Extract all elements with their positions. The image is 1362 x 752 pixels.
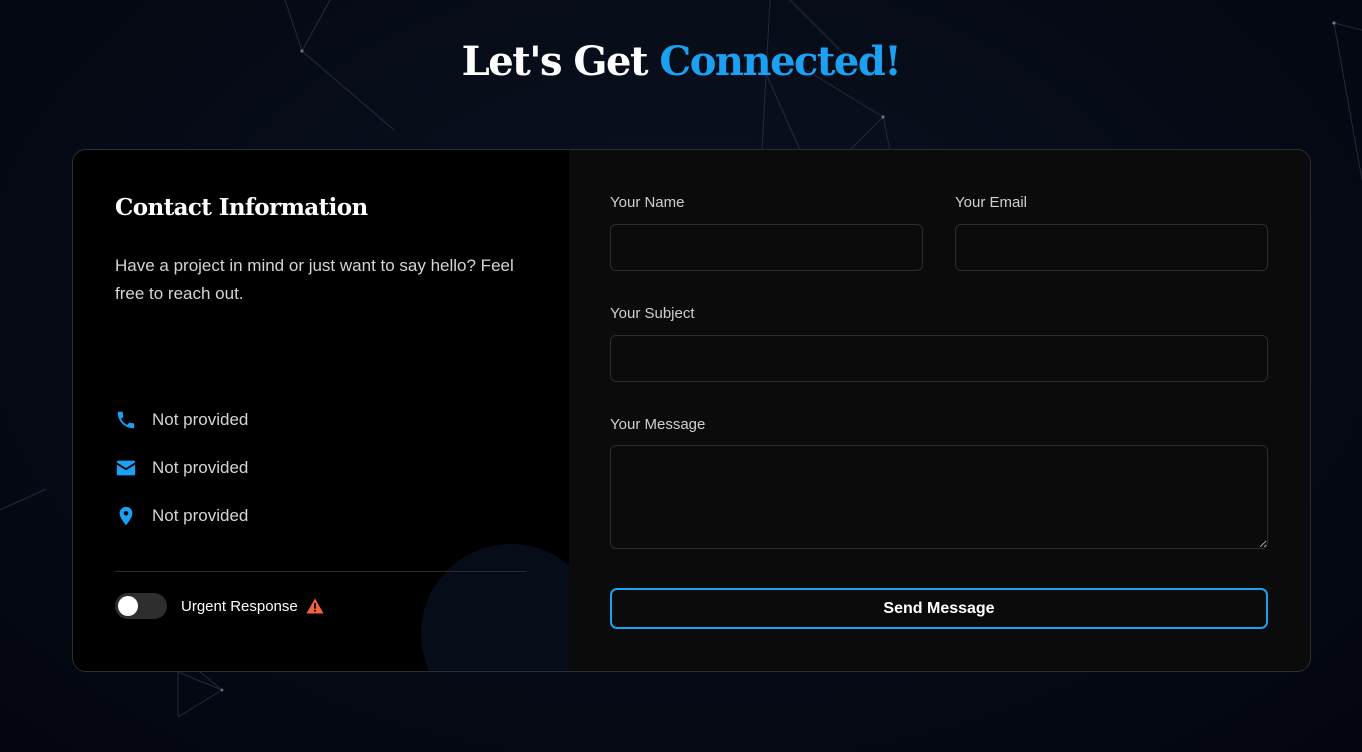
subject-input[interactable] [610, 335, 1268, 382]
page-title-main: Let's Get [461, 38, 649, 85]
location-icon [119, 506, 133, 526]
contact-phone: Not provided [115, 408, 248, 432]
email-label: Your Email [955, 194, 1027, 211]
toggle-knob [118, 596, 138, 616]
urgent-response-row: Urgent Response [115, 593, 324, 619]
contact-info-panel: Contact Information Have a project in mi… [73, 150, 569, 671]
contact-page: Let's Get Connected! Contact Information… [0, 0, 1362, 752]
email-icon [116, 460, 136, 476]
email-input[interactable] [955, 224, 1268, 271]
urgent-response-toggle[interactable] [115, 593, 167, 619]
name-input[interactable] [610, 224, 923, 271]
contact-form: Your Name Your Email Your Subject Your M… [569, 150, 1310, 671]
urgent-response-label: Urgent Response [181, 597, 298, 615]
name-label: Your Name [610, 194, 685, 211]
contact-info-description: Have a project in mind or just want to s… [115, 256, 514, 303]
contact-email: Not provided [115, 456, 248, 480]
contact-email-text: Not provided [152, 458, 249, 477]
contact-location: Not provided [115, 504, 248, 528]
contact-info-title: Contact Information [115, 194, 368, 221]
message-label: Your Message [610, 416, 706, 433]
subject-label: Your Subject [610, 305, 695, 322]
send-message-button[interactable]: Send Message [610, 588, 1268, 629]
warning-icon [306, 598, 324, 614]
page-title: Let's Get Connected! [0, 36, 1362, 88]
contact-location-text: Not provided [152, 506, 249, 525]
message-textarea[interactable] [610, 445, 1268, 549]
page-title-accent: Connected! [659, 38, 901, 85]
phone-icon [117, 411, 135, 429]
contact-card: Contact Information Have a project in mi… [72, 149, 1311, 672]
decorative-circle [421, 544, 569, 671]
contact-phone-text: Not provided [152, 410, 249, 429]
divider [115, 571, 526, 572]
